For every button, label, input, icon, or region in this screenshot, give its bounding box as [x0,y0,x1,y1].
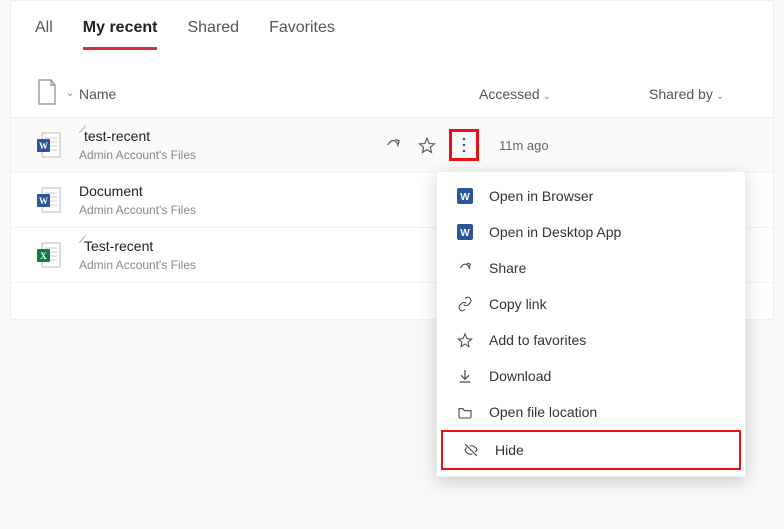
tab-my-recent[interactable]: My recent [83,19,158,50]
recent-files-panel: All My recent Shared Favorites ⌄ Name Ac… [10,0,774,320]
tab-all[interactable]: All [35,19,53,50]
svg-text:W: W [39,141,48,151]
word-icon: W [35,130,79,160]
folder-icon [455,404,475,420]
menu-share[interactable]: Share [437,250,745,286]
menu-label: Share [489,260,526,276]
share-icon[interactable] [381,133,405,157]
excel-icon: X [35,240,79,270]
menu-open-browser[interactable]: W Open in Browser [437,178,745,214]
menu-open-location[interactable]: Open file location [437,394,745,430]
link-icon [455,296,475,312]
menu-copy-link[interactable]: Copy link [437,286,745,322]
star-icon[interactable] [415,133,439,157]
menu-label: Hide [495,442,524,458]
column-accessed[interactable]: Accessed⌄ [479,86,649,102]
file-type-icon[interactable] [35,78,59,109]
chevron-down-icon: ⌄ [543,91,551,102]
menu-hide[interactable]: Hide [441,430,741,470]
chevron-down-icon[interactable]: ⌄ [66,88,74,99]
file-name: test-recent [84,128,150,144]
menu-label: Download [489,368,551,384]
word-icon: W [455,224,475,240]
tab-bar: All My recent Shared Favorites [11,1,773,50]
column-shared-by[interactable]: Shared by⌄ [649,86,749,102]
file-name: Document [79,183,143,199]
menu-download[interactable]: Download [437,358,745,394]
share-icon [455,260,475,276]
menu-label: Copy link [489,296,547,312]
tab-shared[interactable]: Shared [187,19,239,50]
file-location: Admin Account's Files [79,258,369,272]
menu-label: Open in Browser [489,188,593,204]
file-location: Admin Account's Files [79,148,369,162]
svg-text:W: W [460,228,470,239]
column-name[interactable]: Name [79,86,479,102]
accessed-time: 11m ago [479,138,649,153]
star-icon [455,332,475,348]
menu-label: Add to favorites [489,332,586,348]
svg-text:W: W [460,192,470,203]
file-location: Admin Account's Files [79,203,369,217]
word-icon: W [35,185,79,215]
word-icon: W [455,188,475,204]
menu-label: Open file location [489,404,597,420]
chevron-down-icon: ⌄ [716,91,724,102]
context-menu: W Open in Browser W Open in Desktop App … [436,171,746,477]
file-name: Test-recent [84,238,153,254]
tab-favorites[interactable]: Favorites [269,19,335,50]
download-icon [455,368,475,384]
menu-open-desktop[interactable]: W Open in Desktop App [437,214,745,250]
menu-add-favorites[interactable]: Add to favorites [437,322,745,358]
table-row[interactable]: W ⟋test-recent Admin Account's Files 11m… [11,118,773,173]
svg-text:X: X [40,251,47,261]
svg-text:W: W [39,196,48,206]
table-header: ⌄ Name Accessed⌄ Shared by⌄ [11,50,773,118]
more-icon[interactable] [449,129,479,161]
hide-icon [461,442,481,458]
menu-label: Open in Desktop App [489,224,621,240]
